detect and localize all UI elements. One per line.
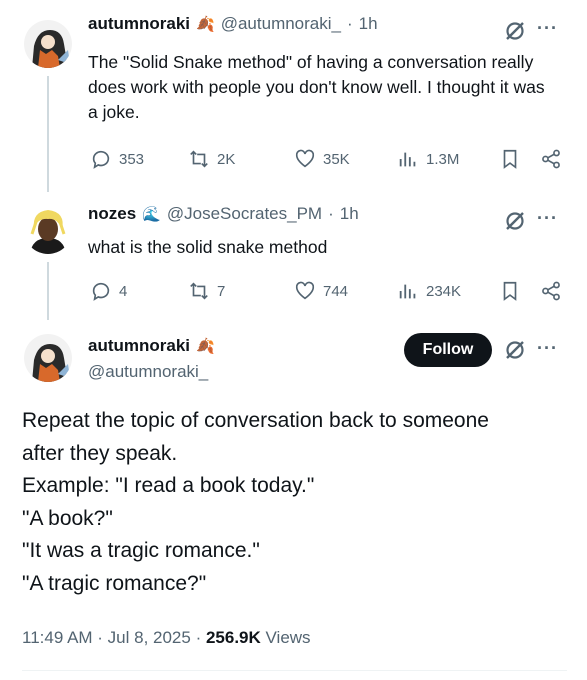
views-button[interactable]: 234K xyxy=(397,280,461,302)
share-button[interactable] xyxy=(540,280,562,307)
like-button[interactable]: 35K xyxy=(294,148,350,170)
main-tweet: autumnoraki 🍂 @autumnoraki_ Follow ··· R… xyxy=(0,320,587,680)
view-count: 1.3M xyxy=(426,150,460,168)
author-name[interactable]: nozes xyxy=(88,204,136,224)
author-handle[interactable]: @autumnoraki_ xyxy=(88,362,208,382)
views-label: Views xyxy=(260,628,311,647)
text-line: Repeat the topic of conversation back to… xyxy=(22,409,489,432)
bookmark-icon xyxy=(503,149,517,169)
tweet-meta: 11:49 AM · Jul 8, 2025 · 256.9K Views xyxy=(22,628,311,648)
view-count: 234K xyxy=(426,282,462,300)
divider xyxy=(22,670,567,671)
text-line: "A book?" xyxy=(22,506,113,530)
wave-emoji-icon: 🌊 xyxy=(142,206,161,223)
heart-icon xyxy=(295,281,315,300)
like-button[interactable]: 744 xyxy=(294,280,348,302)
views-icon xyxy=(399,152,416,167)
share-icon xyxy=(542,281,560,301)
repost-icon xyxy=(190,150,208,168)
grok-icon[interactable] xyxy=(504,210,526,232)
tweet-2[interactable]: nozes 🌊 @JoseSocrates_PM · 1h ··· what i… xyxy=(0,190,587,320)
separator-dot: · xyxy=(328,204,334,223)
separator-dot: · xyxy=(346,14,353,33)
author-name[interactable]: autumnoraki xyxy=(88,336,190,356)
tweet-text: The "Solid Snake method" of having a con… xyxy=(88,52,545,122)
heart-icon xyxy=(295,149,315,168)
text-line: after they speak. xyxy=(22,441,178,465)
tweet-1[interactable]: autumnoraki 🍂 @autumnoraki_ · 1h ··· The… xyxy=(0,0,587,190)
leaf-emoji-icon: 🍂 xyxy=(196,338,215,355)
author-handle[interactable]: @JoseSocrates_PM xyxy=(167,204,322,224)
avatar[interactable] xyxy=(24,334,72,382)
repost-button[interactable]: 7 xyxy=(188,280,225,302)
author-name[interactable]: autumnoraki xyxy=(88,14,190,34)
share-icon xyxy=(542,149,560,169)
views-button[interactable]: 1.3M xyxy=(397,148,459,170)
avatar[interactable] xyxy=(24,206,72,254)
more-options-button[interactable]: ··· xyxy=(537,338,558,359)
repost-count: 2K xyxy=(217,150,236,168)
views-icon xyxy=(399,284,416,299)
reply-count: 353 xyxy=(119,150,145,168)
text-line: Example: "I read a book today." xyxy=(22,474,315,497)
more-options-button[interactable]: ··· xyxy=(537,208,558,229)
reply-icon xyxy=(92,150,110,169)
tweet-text: what is the solid snake method xyxy=(88,237,328,257)
tweet-time[interactable]: 1h xyxy=(340,204,359,224)
like-count: 35K xyxy=(323,150,350,168)
repost-count: 7 xyxy=(217,282,226,300)
avatar[interactable] xyxy=(24,20,72,68)
like-count: 744 xyxy=(323,282,349,300)
timestamp[interactable]: 11:49 AM · Jul 8, 2025 · xyxy=(22,628,206,647)
author-handle[interactable]: @autumnoraki_ xyxy=(221,14,341,34)
more-options-button[interactable]: ··· xyxy=(537,18,558,39)
views-count: 256.9K xyxy=(205,628,261,647)
text-line: "A tragic romance?" xyxy=(22,571,207,595)
bookmark-icon xyxy=(503,281,517,301)
grok-icon[interactable] xyxy=(504,339,526,361)
text-line: "It was a tragic romance." xyxy=(22,539,260,562)
reply-count: 4 xyxy=(119,282,128,300)
bookmark-button[interactable] xyxy=(499,148,521,175)
bookmark-button[interactable] xyxy=(499,280,521,307)
main-tweet-text: Repeat the topic of conversation back to… xyxy=(22,405,572,600)
leaf-emoji-icon: 🍂 xyxy=(196,16,215,33)
share-button[interactable] xyxy=(540,148,562,175)
follow-button[interactable]: Follow xyxy=(404,333,492,367)
reply-button[interactable]: 353 xyxy=(90,148,144,170)
reply-icon xyxy=(92,282,110,301)
grok-icon[interactable] xyxy=(504,20,526,42)
repost-icon xyxy=(190,282,208,300)
tweet-time[interactable]: 1h xyxy=(359,14,378,34)
repost-button[interactable]: 2K xyxy=(188,148,235,170)
reply-button[interactable]: 4 xyxy=(90,280,127,302)
